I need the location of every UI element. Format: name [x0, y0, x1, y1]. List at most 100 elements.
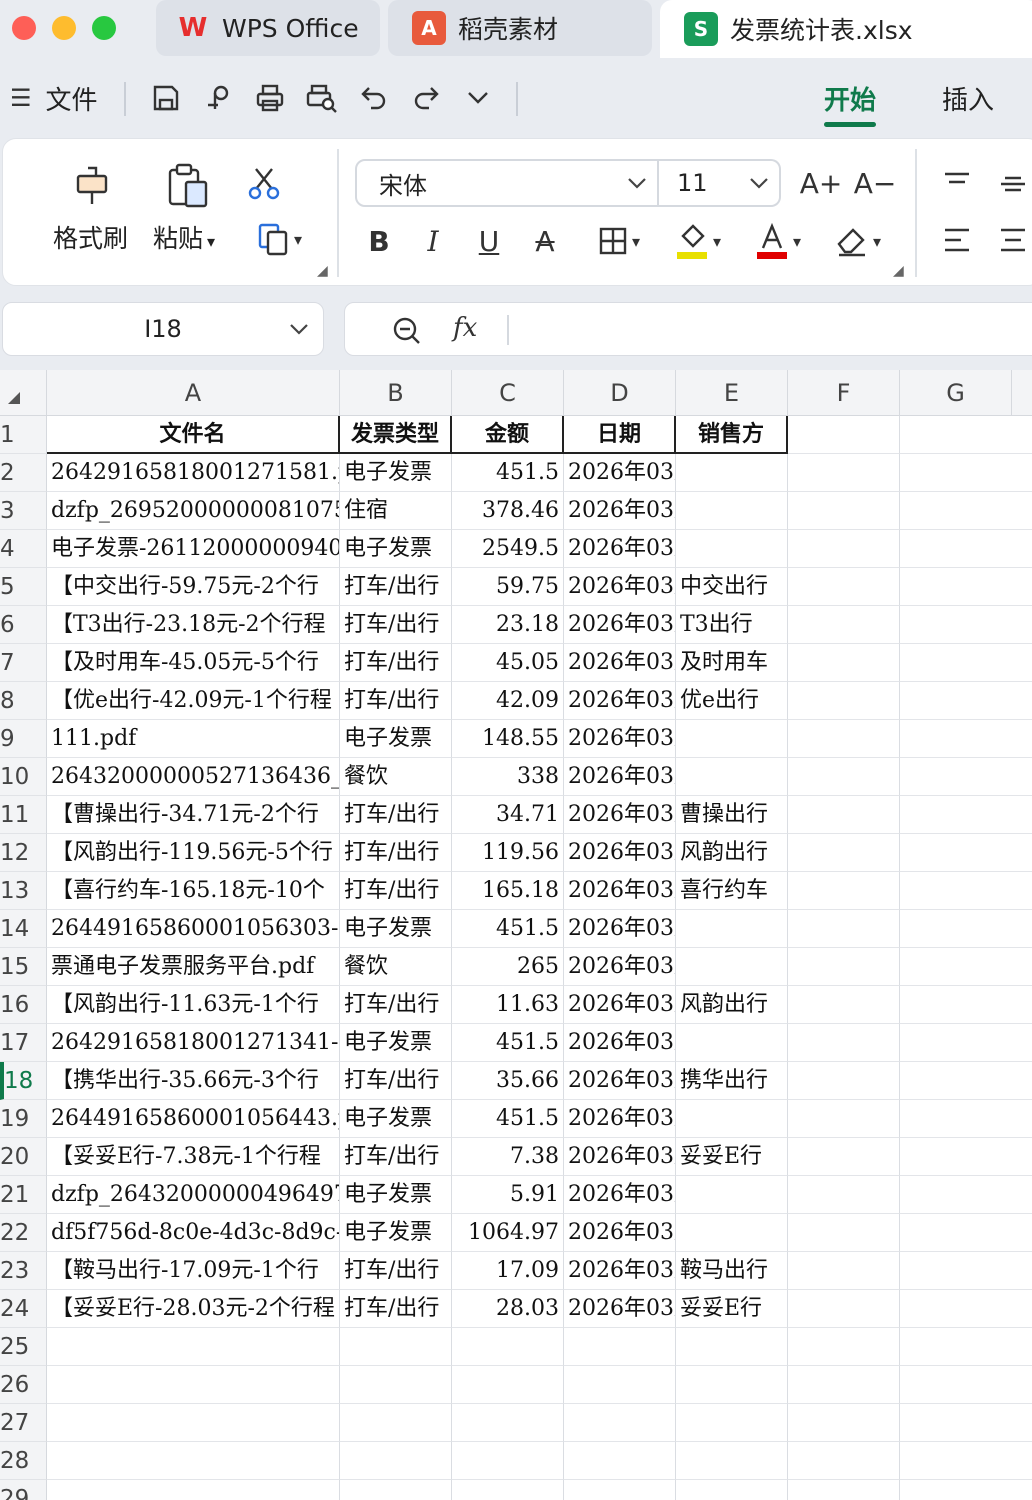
cell-b[interactable] — [340, 1404, 452, 1442]
cell-d[interactable]: 2026年03月 — [564, 1138, 676, 1176]
row-header[interactable]: 6 — [0, 606, 47, 644]
cell-c[interactable]: 17.09 — [452, 1252, 564, 1290]
cell[interactable] — [900, 872, 1032, 910]
cell[interactable] — [900, 1366, 1032, 1404]
cell-a[interactable] — [47, 1404, 340, 1442]
cell-d[interactable] — [564, 1404, 676, 1442]
font-color-button[interactable]: ▾ — [747, 219, 809, 263]
cell[interactable] — [788, 986, 900, 1024]
row-header[interactable]: 21 — [0, 1176, 47, 1214]
cell-c[interactable] — [452, 1366, 564, 1404]
cell-d[interactable]: 2026年03月 — [564, 834, 676, 872]
cell-e[interactable] — [676, 1404, 788, 1442]
cell-a[interactable]: 电子发票-26112000000940 — [47, 530, 340, 568]
cell-e[interactable] — [676, 910, 788, 948]
clipboard-expand-icon[interactable]: ◢ — [317, 263, 328, 279]
cell-b[interactable]: 打车/出行 — [340, 1138, 452, 1176]
format-painter-label[interactable]: 格式刷 — [53, 219, 128, 255]
cell[interactable] — [788, 1138, 900, 1176]
header-cell[interactable]: 销售方 — [676, 416, 788, 454]
cell-b[interactable] — [340, 1328, 452, 1366]
cell-a[interactable]: 26449165860001056443.pdf — [47, 1100, 340, 1138]
cell[interactable] — [788, 796, 900, 834]
cell[interactable] — [900, 416, 1032, 454]
export-pdf-icon[interactable] — [198, 58, 238, 138]
borders-button[interactable]: ▾ — [589, 221, 649, 261]
italic-button[interactable]: I — [413, 219, 453, 263]
cell-e[interactable] — [676, 1366, 788, 1404]
cell[interactable] — [900, 1480, 1032, 1500]
column-header-partial[interactable] — [1012, 370, 1032, 416]
row-header[interactable]: 22 — [0, 1214, 47, 1252]
cell[interactable] — [788, 1290, 900, 1328]
cell-d[interactable] — [564, 1480, 676, 1500]
cell-c[interactable] — [452, 1480, 564, 1500]
cell-d[interactable]: 2026年03月 — [564, 872, 676, 910]
cell[interactable] — [788, 872, 900, 910]
cell-b[interactable]: 电子发票 — [340, 530, 452, 568]
cell-e[interactable] — [676, 492, 788, 530]
cell-a[interactable]: df5f756d-8c0e-4d3c-8d9c-89 — [47, 1214, 340, 1252]
row-header[interactable]: 25 — [0, 1328, 47, 1366]
row-header[interactable]: 16 — [0, 986, 47, 1024]
cell-c[interactable]: 119.56 — [452, 834, 564, 872]
cell-c[interactable]: 28.03 — [452, 1290, 564, 1328]
cell-a[interactable]: 26429165818001271581.pdf — [47, 454, 340, 492]
cell-a[interactable]: 【妥妥E行-7.38元-1个行程 — [47, 1138, 340, 1176]
strikethrough-button[interactable]: A — [525, 219, 565, 263]
align-left-icon[interactable] — [937, 225, 977, 255]
cell-d[interactable]: 2026年03月02日 — [564, 454, 676, 492]
cell-a[interactable] — [47, 1442, 340, 1480]
cell[interactable] — [788, 606, 900, 644]
cell-a[interactable] — [47, 1328, 340, 1366]
bold-button[interactable]: B — [359, 219, 399, 263]
cell-a[interactable]: 【妥妥E行-28.03元-2个行程 — [47, 1290, 340, 1328]
row-header[interactable]: 20 — [0, 1138, 47, 1176]
cell-b[interactable]: 打车/出行 — [340, 568, 452, 606]
cell-c[interactable]: 35.66 — [452, 1062, 564, 1100]
cell-b[interactable]: 打车/出行 — [340, 872, 452, 910]
cell-b[interactable]: 打车/出行 — [340, 834, 452, 872]
cell-d[interactable]: 2026年03月 — [564, 1062, 676, 1100]
minimize-window-button[interactable] — [52, 16, 76, 40]
cell-e[interactable] — [676, 758, 788, 796]
tab-wps-office[interactable]: W WPS Office — [156, 0, 380, 56]
row-header[interactable]: 19 — [0, 1100, 47, 1138]
cell-c[interactable]: 265 — [452, 948, 564, 986]
cell[interactable] — [788, 1404, 900, 1442]
cell-e[interactable] — [676, 1214, 788, 1252]
cell-c[interactable]: 45.05 — [452, 644, 564, 682]
cell-d[interactable]: 2026年03月11日 — [564, 1214, 676, 1252]
align-center-icon[interactable] — [993, 225, 1032, 255]
cell-d[interactable]: 2026年03月 — [564, 986, 676, 1024]
row-header[interactable]: 12 — [0, 834, 47, 872]
cell[interactable] — [900, 1024, 1032, 1062]
font-expand-icon[interactable]: ◢ — [893, 263, 904, 279]
header-cell[interactable]: 发票类型 — [340, 416, 452, 454]
cell-b[interactable]: 电子发票 — [340, 720, 452, 758]
cell-b[interactable]: 住宿 — [340, 492, 452, 530]
row-header[interactable]: 26 — [0, 1366, 47, 1404]
cell-a[interactable] — [47, 1480, 340, 1500]
row-header[interactable]: 2 — [0, 454, 47, 492]
cell-b[interactable]: 电子发票 — [340, 454, 452, 492]
cell-b[interactable]: 电子发票 — [340, 1176, 452, 1214]
cell-d[interactable] — [564, 1366, 676, 1404]
cell-b[interactable]: 打车/出行 — [340, 1252, 452, 1290]
cell[interactable] — [788, 1214, 900, 1252]
font-size-decrease-button[interactable]: A− — [853, 161, 897, 205]
cell-a[interactable]: 【喜行约车-165.18元-10个 — [47, 872, 340, 910]
cell-e[interactable] — [676, 1480, 788, 1500]
row-header[interactable]: 11 — [0, 796, 47, 834]
name-box[interactable]: I18 — [2, 302, 324, 356]
cell[interactable] — [900, 644, 1032, 682]
print-icon[interactable] — [250, 58, 290, 138]
row-header[interactable]: 1 — [0, 416, 47, 454]
cell-c[interactable]: 451.5 — [452, 1024, 564, 1062]
zoom-window-button[interactable] — [92, 16, 116, 40]
cell-c[interactable]: 378.46 — [452, 492, 564, 530]
cell-a[interactable]: 【风韵出行-11.63元-1个行 — [47, 986, 340, 1024]
cell-d[interactable]: 2026年03月 — [564, 644, 676, 682]
cell-b[interactable]: 餐饮 — [340, 758, 452, 796]
cell[interactable] — [788, 758, 900, 796]
